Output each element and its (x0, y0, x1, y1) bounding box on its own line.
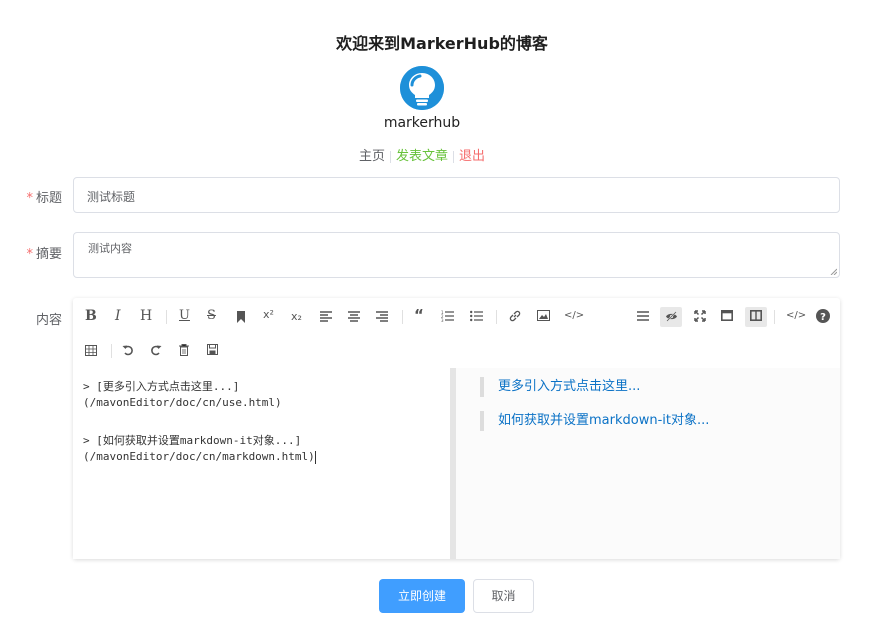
table-icon[interactable] (85, 345, 97, 356)
redo-icon[interactable] (150, 344, 162, 356)
cancel-button[interactable]: 取消 (473, 579, 534, 613)
strikethrough-icon[interactable]: S (207, 309, 216, 323)
nav-post-link[interactable]: 发表文章 (391, 149, 453, 164)
source-line-text: (/mavonEditor/doc/cn/markdown.html) (83, 450, 315, 463)
eye-slash-icon[interactable] (665, 311, 678, 322)
trash-icon[interactable] (179, 344, 189, 356)
underline-icon[interactable]: U (179, 309, 190, 323)
align-right-icon[interactable] (376, 311, 388, 322)
preview-quote-link[interactable]: 更多引入方式点击这里... (480, 377, 640, 397)
required-mark: * (26, 191, 33, 206)
save-icon[interactable] (207, 344, 218, 355)
editor-toolbar: B I H U S x² x₂ “ 123 </> </> ? (73, 298, 840, 368)
markdown-preview-pane: 更多引入方式点击这里... 如何获取并设置markdown-it对象... (456, 368, 840, 559)
markdown-source-pane[interactable]: > [更多引入方式点击这里...] (/mavonEditor/doc/cn/u… (73, 368, 451, 559)
source-line: > [如何获取并设置markdown-it对象...] (83, 434, 302, 447)
toolbar-divider (111, 344, 112, 358)
markerhub-logo (400, 66, 444, 110)
content-label: 内容 (35, 313, 62, 328)
superscript-icon[interactable]: x² (263, 308, 274, 322)
html-code-icon[interactable]: </> (786, 309, 806, 323)
source-line-last: (/mavonEditor/doc/cn/markdown.html) (83, 450, 316, 464)
nav-logout-link[interactable]: 退出 (454, 149, 490, 164)
align-center-icon[interactable] (348, 311, 360, 322)
fullscreen-icon[interactable] (694, 310, 706, 322)
image-icon[interactable] (537, 310, 550, 321)
resize-handle-icon[interactable] (830, 268, 837, 275)
site-name: markerhub (383, 115, 461, 131)
read-mode-icon[interactable] (721, 310, 733, 321)
source-line: (/mavonEditor/doc/cn/use.html) (83, 396, 282, 409)
create-button[interactable]: 立即创建 (379, 579, 465, 613)
subscript-icon[interactable]: x₂ (291, 310, 302, 324)
required-mark: * (26, 247, 33, 262)
svg-text:3: 3 (441, 318, 444, 322)
svg-text:?: ? (820, 312, 826, 323)
header-icon[interactable]: H (140, 309, 152, 323)
summary-label: * 摘要 (20, 243, 62, 262)
nav-home-link[interactable]: 主页 (354, 149, 390, 164)
title-input[interactable]: 测试标题 (73, 177, 840, 213)
top-nav: 主页 发表文章 退出 (0, 145, 844, 164)
summary-value: 测试内容 (88, 242, 132, 255)
link-icon[interactable] (509, 310, 521, 322)
page-title: 欢迎来到MarkerHub的博客 (336, 34, 548, 53)
toolbar-divider (402, 310, 403, 324)
subfield-icon[interactable] (750, 310, 762, 321)
navigation-icon[interactable] (637, 311, 649, 321)
align-left-icon[interactable] (320, 311, 332, 322)
code-icon[interactable]: </> (564, 309, 584, 323)
bold-icon[interactable]: B (85, 309, 97, 323)
lightbulb-icon (400, 66, 444, 110)
preview-quote-link[interactable]: 如何获取并设置markdown-it对象... (480, 411, 709, 431)
toolbar-divider (166, 310, 167, 324)
toolbar-divider (496, 310, 497, 324)
source-line: > [更多引入方式点击这里...] (83, 380, 240, 393)
text-caret (314, 450, 316, 464)
ordered-list-icon[interactable]: 123 (441, 310, 454, 322)
bookmark-icon[interactable] (236, 311, 246, 323)
summary-textarea[interactable]: 测试内容 (73, 232, 840, 278)
unordered-list-icon[interactable] (470, 310, 483, 322)
title-label-text: 标题 (35, 191, 62, 206)
undo-icon[interactable] (122, 344, 134, 356)
help-icon[interactable]: ? (816, 309, 830, 323)
toolbar-divider (774, 310, 775, 324)
quote-icon[interactable]: “ (414, 308, 424, 323)
summary-label-text: 摘要 (35, 247, 62, 262)
title-label: * 标题 (20, 187, 62, 206)
italic-icon[interactable]: I (115, 309, 121, 323)
markdown-editor: B I H U S x² x₂ “ 123 </> </> ? > [更多引入方… (73, 298, 840, 559)
